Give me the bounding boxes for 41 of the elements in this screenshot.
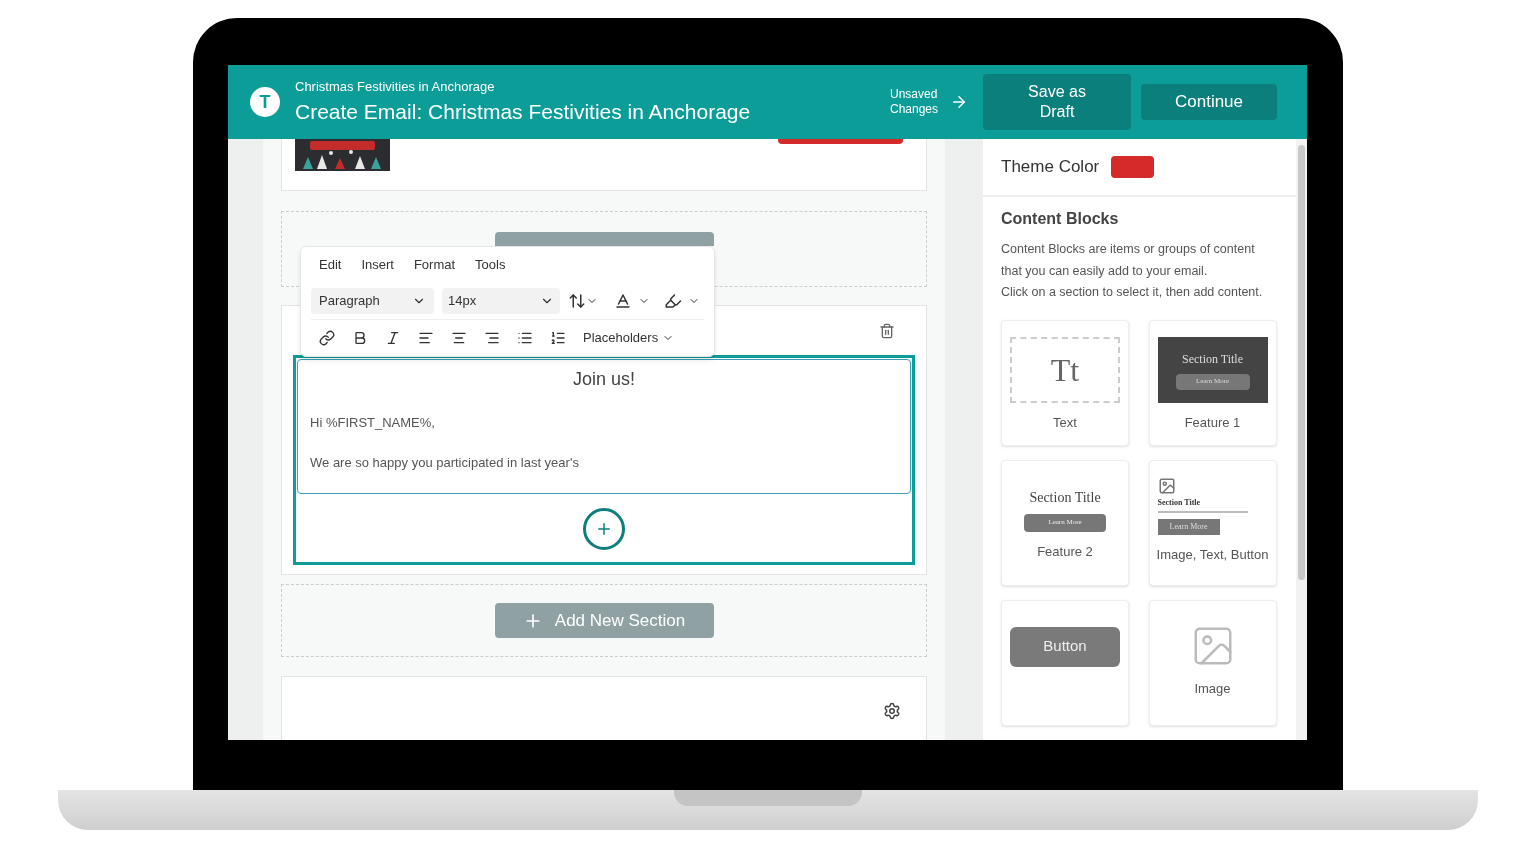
- email-heading: Join us!: [572, 368, 635, 391]
- continue-button[interactable]: Continue: [1141, 84, 1277, 120]
- arrow-icon: [950, 93, 968, 111]
- add-block-button[interactable]: [583, 507, 625, 550]
- text-color-icon[interactable]: [614, 292, 650, 310]
- email-paragraph: We are so happy you participated in last year's: [310, 453, 580, 472]
- button-preview: Button: [1010, 626, 1120, 667]
- section-heading: Content Blocks: [1001, 209, 1120, 229]
- theme-color-label: Theme Color: [1001, 156, 1100, 179]
- settings-icon[interactable]: [883, 702, 901, 720]
- menu-item[interactable]: Insert: [361, 255, 394, 275]
- email-paragraph: Hi %FIRST_NAME%,: [310, 414, 436, 432]
- placeholders-dropdown[interactable]: Placeholders: [583, 328, 675, 348]
- logo: T: [250, 87, 280, 117]
- font-size-select[interactable]: 14px: [442, 288, 560, 314]
- numbered-list-icon[interactable]: [550, 330, 566, 347]
- page-title: Create Email: Christmas Festivities in Anchorage: [295, 99, 751, 125]
- menu-item[interactable]: Tools: [475, 255, 506, 275]
- content-block-card[interactable]: Tt Text: [1001, 319, 1129, 446]
- image-icon: [1157, 476, 1176, 495]
- breadcrumb: Christmas Festivities in Anchorage: [295, 77, 496, 96]
- save-draft-button[interactable]: Save as Draft: [983, 74, 1131, 130]
- description-text: Content Blocks are items or groups of content that you can easily add to your email.: [1001, 241, 1256, 280]
- menu-item[interactable]: Format: [413, 255, 456, 275]
- content-block-card[interactable]: Section Title Learn More Image, Text, Button: [1148, 459, 1277, 586]
- unsaved-status: Unsaved Changes: [890, 87, 940, 117]
- highlighter-icon[interactable]: [664, 292, 700, 310]
- bold-icon[interactable]: [352, 330, 368, 347]
- block-format-select[interactable]: Paragraph: [311, 288, 434, 314]
- text-editor[interactable]: Join us! Hi %FIRST_NAME%, We are so happy you participated in last year's: [297, 359, 911, 494]
- theme-color-swatch[interactable]: [1111, 156, 1155, 178]
- line-height-icon[interactable]: [568, 292, 598, 310]
- trash-icon[interactable]: [879, 322, 895, 339]
- image-text-button-preview: Section Title Learn More: [1157, 476, 1268, 535]
- menu-item[interactable]: Edit: [319, 255, 342, 275]
- text-block-preview: Tt: [1010, 336, 1120, 403]
- link-icon[interactable]: [319, 330, 335, 347]
- italic-icon[interactable]: [385, 330, 401, 347]
- content-block-card[interactable]: Button: [1001, 599, 1129, 726]
- description-text: Click on a section to select it, then add content.: [1001, 284, 1264, 301]
- content-block-card[interactable]: Image: [1148, 599, 1277, 726]
